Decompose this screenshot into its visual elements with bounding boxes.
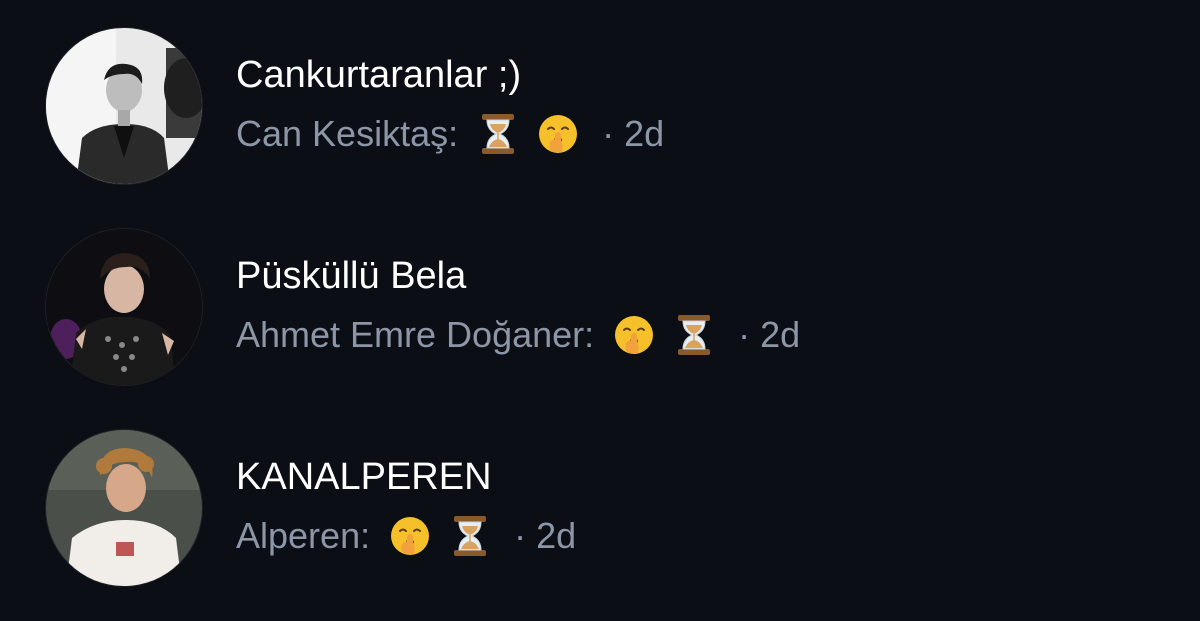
avatar-photo [46,430,202,586]
conversation-title: KANALPEREN [236,456,492,498]
shushing-face-icon [612,313,656,357]
last-message-preview: Can Kesiktaş: · 2d [236,110,664,158]
shushing-face-icon [536,112,580,156]
hourglass-icon [448,514,492,558]
avatar[interactable] [46,28,202,184]
hourglass-icon [476,112,520,156]
timestamp: · 2d [514,515,577,556]
conversation-list: Cankurtaranlar ;) Can Kesiktaş: · 2d Püs… [0,0,1200,621]
conversation-title: Püsküllü Bela [236,255,467,297]
conversation-row[interactable]: Püsküllü Bela Ahmet Emre Doğaner: · 2d [0,213,1200,403]
avatar[interactable] [46,229,202,385]
avatar-photo [46,229,202,385]
sender-name: Can Kesiktaş: [236,113,459,154]
timestamp: · 2d [738,314,801,355]
timestamp: · 2d [602,113,665,154]
avatar-photo [46,28,202,184]
last-message-preview: Alperen: · 2d [236,512,576,560]
last-message-preview: Ahmet Emre Doğaner: · 2d [236,311,800,359]
avatar[interactable] [46,430,202,586]
conversation-row[interactable]: Cankurtaranlar ;) Can Kesiktaş: · 2d [0,12,1200,202]
conversation-row[interactable]: KANALPEREN Alperen: · 2d [0,414,1200,604]
conversation-title: Cankurtaranlar ;) [236,54,522,96]
sender-name: Ahmet Emre Doğaner: [236,314,595,355]
sender-name: Alperen: [236,515,371,556]
hourglass-icon [672,313,716,357]
shushing-face-icon [388,514,432,558]
